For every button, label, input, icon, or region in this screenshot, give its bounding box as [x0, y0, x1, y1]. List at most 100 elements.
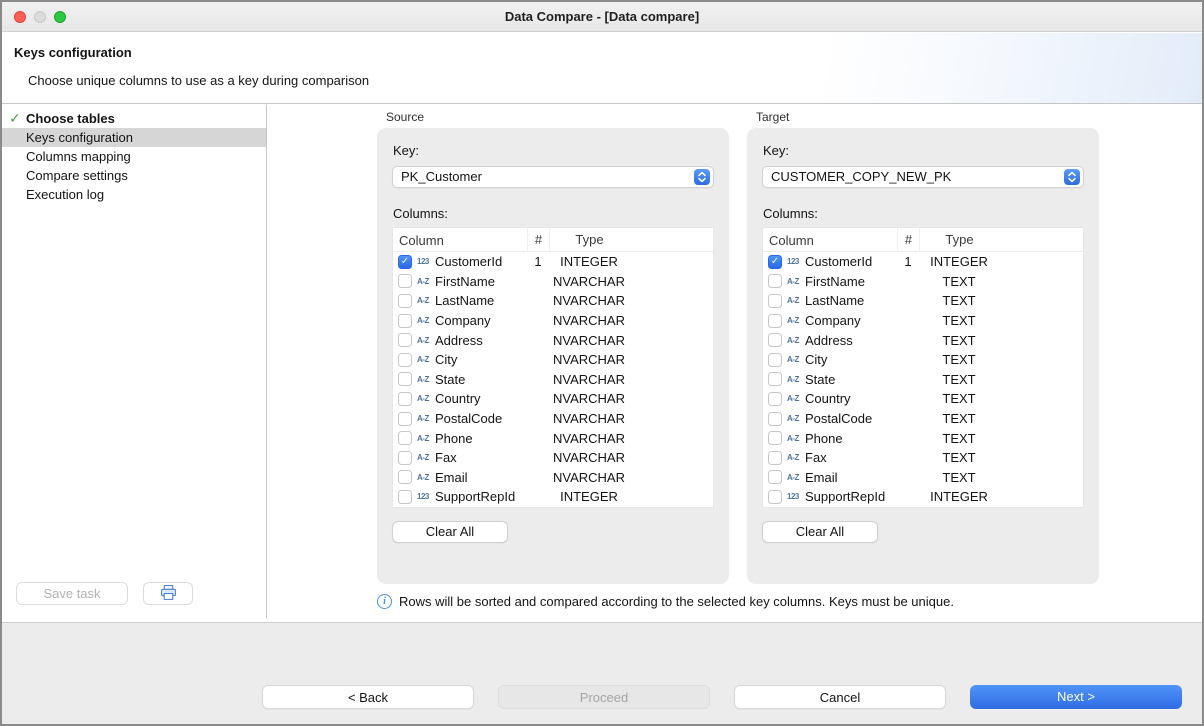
sidebar-item-execution-log[interactable]: Execution log: [2, 185, 266, 204]
main-content: Source Key: PK_Customer Columns: Column: [268, 105, 1202, 618]
table-row[interactable]: A-ZCityNVARCHAR: [393, 350, 713, 370]
table-header: Column # Type: [393, 228, 713, 252]
string-type-icon: A-Z: [417, 394, 435, 403]
info-message: i Rows will be sorted and compared accor…: [377, 594, 954, 609]
row-checkbox[interactable]: [768, 490, 782, 504]
row-checkbox[interactable]: [768, 274, 782, 288]
sidebar-item-keys-configuration[interactable]: Keys configuration: [2, 128, 266, 147]
source-columns-table: Column # Type ✓123CustomerId1INTEGERA-ZF…: [392, 227, 714, 508]
column-name: FirstName: [805, 274, 897, 289]
title-bar: Data Compare - [Data compare]: [2, 2, 1202, 32]
table-row[interactable]: A-ZLastNameTEXT: [763, 291, 1083, 311]
row-checkbox[interactable]: [768, 470, 782, 484]
column-type: NVARCHAR: [549, 333, 629, 348]
checkbox-cell: [393, 392, 417, 406]
column-type: NVARCHAR: [549, 450, 629, 465]
table-row[interactable]: A-ZAddress NVARCHAR: [393, 330, 713, 350]
column-name: Address: [805, 333, 897, 348]
row-checkbox[interactable]: ✓: [398, 255, 412, 269]
column-name: SupportRepId: [805, 489, 897, 504]
table-row[interactable]: A-ZPostalCodeNVARCHAR: [393, 409, 713, 429]
target-key-select[interactable]: CUSTOMER_COPY_NEW_PK: [762, 166, 1084, 188]
back-button[interactable]: < Back: [262, 685, 474, 709]
row-checkbox[interactable]: [398, 294, 412, 308]
table-row[interactable]: A-ZPhoneTEXT: [763, 428, 1083, 448]
table-row[interactable]: A-ZFirstNameTEXT: [763, 272, 1083, 292]
source-key-select[interactable]: PK_Customer: [392, 166, 714, 188]
row-checkbox[interactable]: [398, 372, 412, 386]
row-checkbox[interactable]: [768, 353, 782, 367]
column-type: TEXT: [919, 313, 999, 328]
table-row[interactable]: 123SupportRepIdINTEGER: [393, 487, 713, 507]
row-checkbox[interactable]: [398, 412, 412, 426]
table-row[interactable]: A-ZStateNVARCHAR: [393, 370, 713, 390]
column-name: Email: [435, 470, 527, 485]
column-type: INTEGER: [919, 254, 999, 269]
table-row[interactable]: A-ZCountryTEXT: [763, 389, 1083, 409]
table-row[interactable]: ✓123CustomerId1INTEGER: [763, 252, 1083, 272]
row-checkbox[interactable]: [398, 431, 412, 445]
table-row[interactable]: A-ZFirstNameNVARCHAR: [393, 272, 713, 292]
row-checkbox[interactable]: [768, 333, 782, 347]
row-checkbox[interactable]: [768, 431, 782, 445]
string-type-icon: A-Z: [417, 434, 435, 443]
column-name: Email: [805, 470, 897, 485]
column-name: Fax: [805, 450, 897, 465]
column-type: TEXT: [919, 372, 999, 387]
row-checkbox[interactable]: [398, 451, 412, 465]
table-row[interactable]: 123SupportRepIdINTEGER: [763, 487, 1083, 507]
string-type-icon: A-Z: [417, 336, 435, 345]
row-checkbox[interactable]: [398, 392, 412, 406]
key-order-header: #: [897, 228, 919, 252]
table-row[interactable]: A-ZFaxNVARCHAR: [393, 448, 713, 468]
target-panel-title: Target: [756, 110, 1099, 125]
table-row[interactable]: A-ZCityTEXT: [763, 350, 1083, 370]
sidebar-item-columns-mapping[interactable]: Columns mapping: [2, 147, 266, 166]
row-checkbox[interactable]: [398, 470, 412, 484]
checkbox-cell: [393, 294, 417, 308]
row-checkbox[interactable]: [768, 412, 782, 426]
save-task-button[interactable]: Save task: [16, 582, 128, 605]
row-checkbox[interactable]: [398, 274, 412, 288]
row-checkbox[interactable]: [768, 314, 782, 328]
row-checkbox[interactable]: [768, 392, 782, 406]
string-type-icon: A-Z: [417, 375, 435, 384]
next-button[interactable]: Next >: [970, 685, 1182, 709]
string-type-icon: A-Z: [787, 375, 805, 384]
source-columns-label: Columns:: [393, 206, 714, 221]
column-name: SupportRepId: [435, 489, 527, 504]
table-row[interactable]: A-ZCompanyNVARCHAR: [393, 311, 713, 331]
row-checkbox[interactable]: [768, 294, 782, 308]
row-checkbox[interactable]: ✓: [768, 255, 782, 269]
table-row[interactable]: A-ZCompanyTEXT: [763, 311, 1083, 331]
sidebar-item-label: Execution log: [26, 187, 104, 202]
source-clear-all-button[interactable]: Clear All: [392, 521, 508, 543]
table-row[interactable]: A-ZStateTEXT: [763, 370, 1083, 390]
table-row[interactable]: A-ZPhoneNVARCHAR: [393, 428, 713, 448]
target-clear-all-button[interactable]: Clear All: [762, 521, 878, 543]
checkbox-cell: ✓: [393, 255, 417, 269]
row-checkbox[interactable]: [768, 372, 782, 386]
row-checkbox[interactable]: [398, 353, 412, 367]
proceed-button[interactable]: Proceed: [498, 685, 710, 709]
table-row[interactable]: A-ZLastNameNVARCHAR: [393, 291, 713, 311]
table-row[interactable]: A-ZPostalCodeTEXT: [763, 409, 1083, 429]
table-row[interactable]: A-ZEmailTEXT: [763, 468, 1083, 488]
row-checkbox[interactable]: [398, 333, 412, 347]
table-row[interactable]: A-ZCountryNVARCHAR: [393, 389, 713, 409]
row-checkbox[interactable]: [398, 314, 412, 328]
sidebar-item-choose-tables[interactable]: ✓Choose tables: [2, 109, 266, 128]
column-type: NVARCHAR: [549, 431, 629, 446]
table-row[interactable]: A-ZEmailNVARCHAR: [393, 468, 713, 488]
target-panel: Target Key: CUSTOMER_COPY_NEW_PK Columns…: [747, 110, 1099, 584]
table-row[interactable]: A-ZAddressTEXT: [763, 330, 1083, 350]
sidebar-item-compare-settings[interactable]: Compare settings: [2, 166, 266, 185]
source-key-value: PK_Customer: [401, 169, 482, 184]
row-checkbox[interactable]: [398, 490, 412, 504]
cancel-button[interactable]: Cancel: [734, 685, 946, 709]
table-row[interactable]: ✓123CustomerId1INTEGER: [393, 252, 713, 272]
save-task-file-button[interactable]: [143, 582, 193, 605]
row-checkbox[interactable]: [768, 451, 782, 465]
column-name: Address: [435, 333, 527, 348]
table-row[interactable]: A-ZFaxTEXT: [763, 448, 1083, 468]
